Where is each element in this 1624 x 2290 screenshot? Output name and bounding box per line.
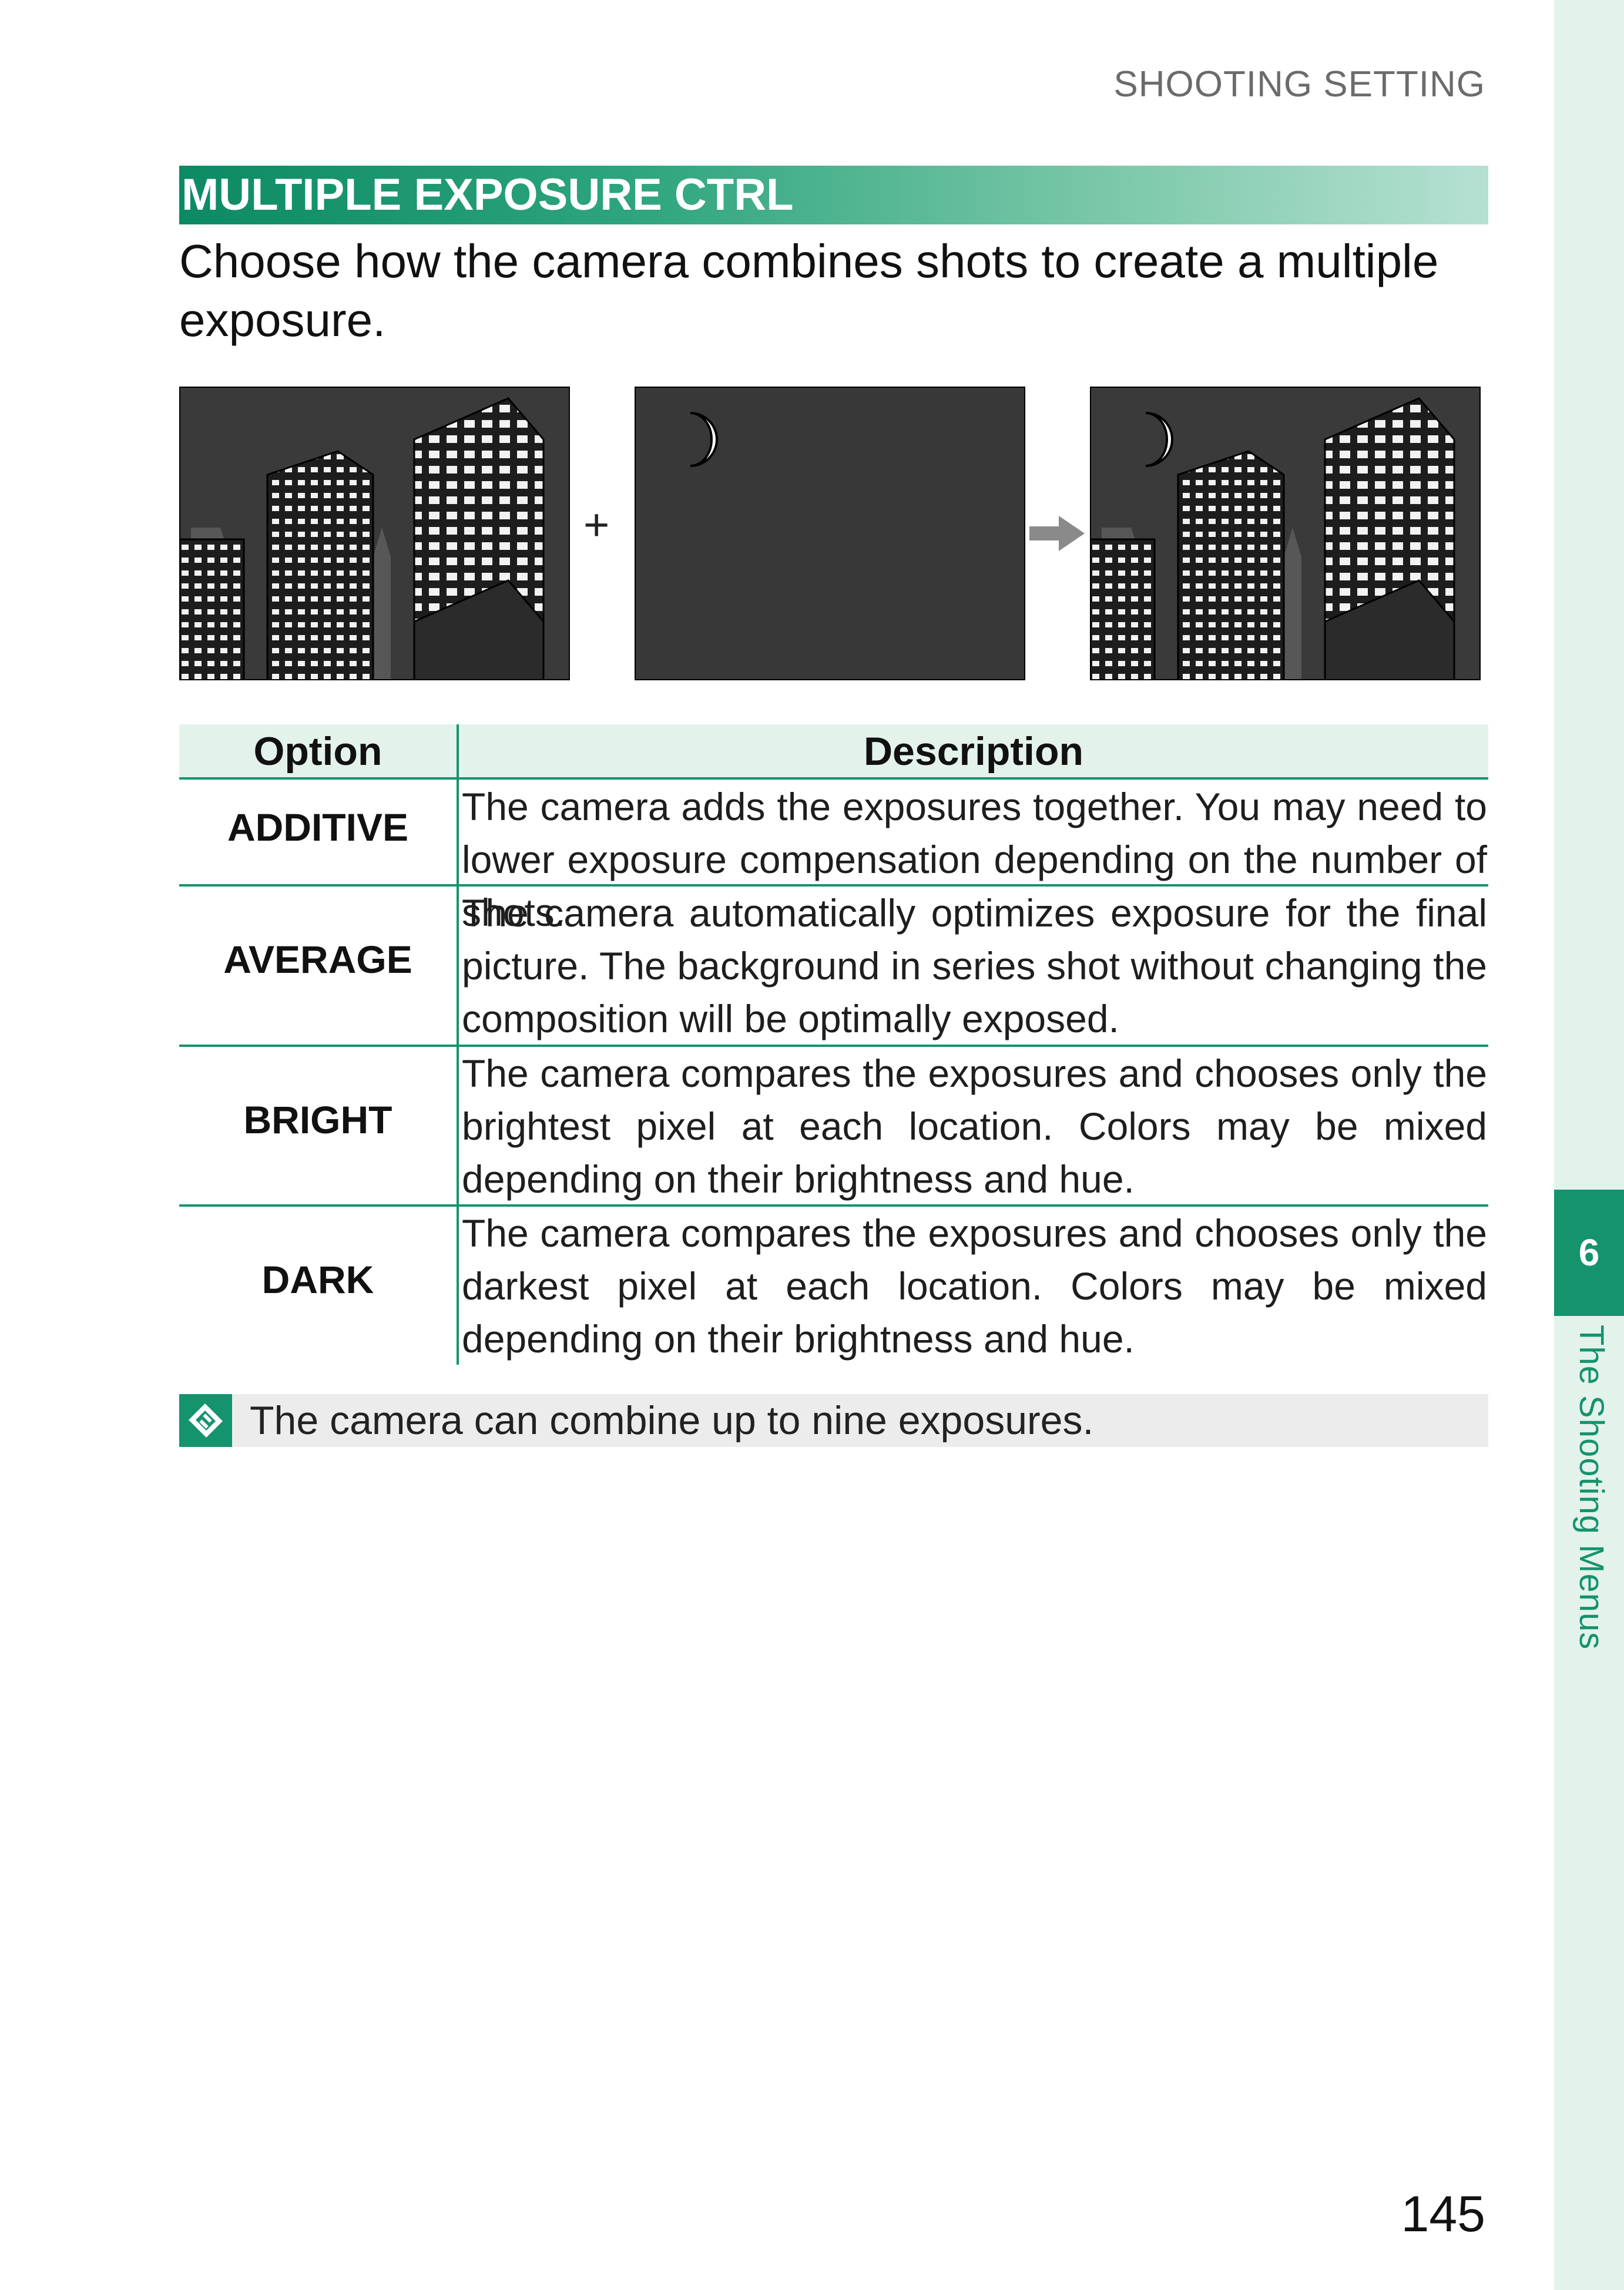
plus-sign: + — [583, 500, 610, 550]
combined-exposure-image — [1090, 387, 1481, 680]
description-bright: The camera compares the exposures and ch… — [462, 1052, 1487, 1201]
page-title: MULTIPLE EXPOSURE CTRL — [182, 170, 794, 220]
option-additive: ADDITIVE — [227, 805, 409, 849]
note-icon — [179, 1394, 232, 1447]
option-average: AVERAGE — [223, 938, 412, 981]
option-bright: BRIGHT — [243, 1098, 392, 1141]
description-column-header: Description — [863, 729, 1084, 774]
arrow-right-icon — [1029, 516, 1085, 551]
heading-bar: MULTIPLE EXPOSURE CTRL — [179, 166, 1488, 224]
city-skyline-image — [179, 387, 570, 680]
note-text: The camera can combine up to nine exposu… — [250, 1398, 1094, 1443]
moon-night-image — [635, 387, 1025, 680]
chapter-tab[interactable]: 6 — [1554, 1190, 1624, 1316]
option-column-header: Option — [253, 729, 382, 774]
table-column-divider — [457, 724, 459, 1365]
table-divider — [179, 777, 1488, 780]
option-dark: DARK — [261, 1258, 374, 1301]
intro-paragraph: Choose how the camera combines shots to … — [179, 235, 1439, 346]
page-number: 145 — [1401, 2186, 1486, 2242]
side-strip — [1554, 0, 1624, 2290]
description-dark: The camera compares the exposures and ch… — [462, 1211, 1487, 1361]
note-box: The camera can combine up to nine exposu… — [179, 1394, 1488, 1447]
chapter-title: The Shooting Menus — [1572, 1325, 1610, 1650]
table-header: Option Description — [179, 724, 1488, 778]
description-average: The camera automatically optimizes expos… — [462, 891, 1487, 1040]
section-label: SHOOTING SETTING — [1113, 64, 1485, 105]
